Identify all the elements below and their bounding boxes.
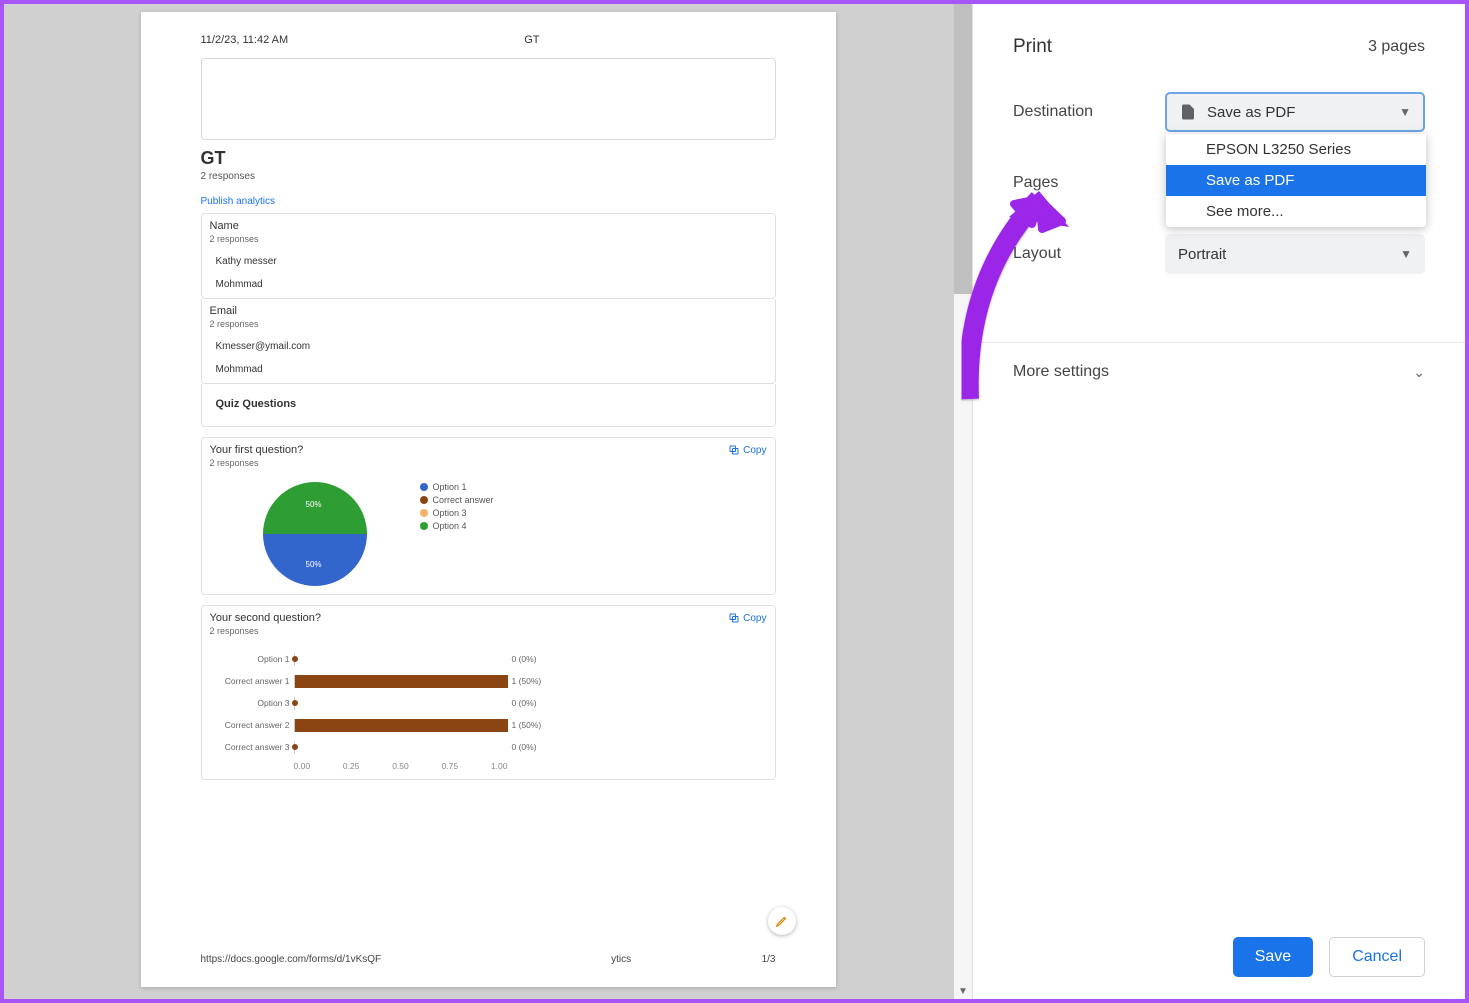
destination-dropdown: EPSON L3250 Series Save as PDF See more.… — [1166, 134, 1426, 227]
bar-category: Option 1 — [210, 654, 294, 664]
doc-timestamp: 11/2/23, 11:42 AM — [201, 34, 289, 46]
pie-slice-label: 50% — [306, 560, 322, 569]
print-preview-area: 11/2/23, 11:42 AM GT GT 2 responses Publ… — [4, 4, 972, 999]
axis-tick: 0.00 — [294, 761, 311, 771]
page-indicator: 1/3 — [762, 954, 776, 965]
more-settings-toggle[interactable]: More settings ⌄ — [973, 342, 1465, 401]
chevron-down-icon: ▼ — [1400, 247, 1412, 261]
destination-value: Save as PDF — [1207, 104, 1399, 121]
doc-header-title: GT — [524, 34, 539, 46]
bar-value: 0 (0%) — [512, 654, 537, 664]
bar-value: 0 (0%) — [512, 742, 537, 752]
print-settings-panel: Print 3 pages Destination Save as PDF ▼ … — [972, 4, 1465, 999]
layout-select[interactable]: Portrait ▼ — [1165, 234, 1425, 274]
quiz-questions-label: Quiz Questions — [210, 390, 767, 418]
cancel-button[interactable]: Cancel — [1329, 937, 1425, 977]
email-response: Kmesser@ymail.com — [216, 341, 767, 352]
bar-chart: Option 1 0 (0%) Correct answer 1 1 (50%) O… — [210, 648, 767, 771]
layout-label: Layout — [1013, 245, 1165, 263]
scroll-down-icon: ▼ — [958, 986, 968, 997]
response-count: 2 responses — [201, 171, 776, 182]
email-response: Mohmmad — [216, 364, 767, 375]
q1-sub: 2 responses — [210, 458, 767, 468]
name-label: Name — [210, 220, 767, 232]
email-label: Email — [210, 305, 767, 317]
bar-category: Correct answer 3 — [210, 742, 294, 752]
footer-url: https://docs.google.com/forms/d/1vKsQF — [201, 954, 382, 965]
print-title: Print — [1013, 36, 1052, 58]
pencil-icon — [775, 914, 789, 928]
q2-title: Your second question? — [210, 612, 322, 624]
copy-button[interactable]: Copy — [728, 612, 766, 624]
chevron-down-icon: ⌄ — [1413, 364, 1425, 381]
bar-value: 1 (50%) — [512, 720, 542, 730]
axis-tick: 0.25 — [343, 761, 360, 771]
copy-icon — [728, 444, 740, 456]
name-response: Mohmmad — [216, 279, 767, 290]
bar-value: 0 (0%) — [512, 698, 537, 708]
q2-sub: 2 responses — [210, 626, 767, 636]
document-icon — [1179, 103, 1197, 121]
preview-page: 11/2/23, 11:42 AM GT GT 2 responses Publ… — [141, 12, 836, 987]
destination-select[interactable]: Save as PDF ▼ EPSON L3250 Series Save as… — [1165, 92, 1425, 132]
name-sub: 2 responses — [210, 234, 767, 244]
bar-category: Option 3 — [210, 698, 294, 708]
preview-scrollbar[interactable]: ▲ ▼ — [954, 4, 972, 999]
legend-label: Option 3 — [433, 508, 467, 518]
scrollbar-thumb[interactable] — [954, 4, 972, 294]
publish-analytics-link[interactable]: Publish analytics — [201, 196, 776, 207]
legend-label: Option 4 — [433, 521, 467, 531]
legend-label: Option 1 — [433, 482, 467, 492]
pie-legend: Option 1 Correct answer Option 3 Option … — [420, 482, 494, 586]
pie-chart: 50% 50% — [210, 482, 420, 586]
chevron-down-icon: ▼ — [1399, 105, 1411, 119]
email-sub: 2 responses — [210, 319, 767, 329]
edit-fab-button[interactable] — [768, 907, 796, 935]
more-settings-label: More settings — [1013, 363, 1109, 381]
q1-title: Your first question? — [210, 444, 304, 456]
copy-button[interactable]: Copy — [728, 444, 766, 456]
bar-category: Correct answer 2 — [210, 720, 294, 730]
axis-tick: 0.75 — [442, 761, 459, 771]
destination-option-more[interactable]: See more... — [1166, 196, 1426, 227]
axis-tick: 1.00 — [491, 761, 508, 771]
pages-label: Pages — [1013, 174, 1183, 192]
name-response: Kathy messer — [216, 256, 767, 267]
footer-suffix: ytics — [611, 954, 631, 965]
copy-label: Copy — [743, 445, 766, 456]
header-image-placeholder — [201, 58, 776, 140]
axis-tick: 0.50 — [392, 761, 409, 771]
bar-value: 1 (50%) — [512, 676, 542, 686]
legend-label: Correct answer — [433, 495, 494, 505]
copy-label: Copy — [743, 613, 766, 624]
doc-title: GT — [201, 148, 776, 169]
copy-icon — [728, 612, 740, 624]
bar-category: Correct answer 1 — [210, 676, 294, 686]
layout-value: Portrait — [1178, 246, 1400, 263]
destination-label: Destination — [1013, 103, 1165, 121]
pie-slice-label: 50% — [306, 500, 322, 509]
destination-option-epson[interactable]: EPSON L3250 Series — [1166, 134, 1426, 165]
destination-option-pdf[interactable]: Save as PDF — [1166, 165, 1426, 196]
save-button[interactable]: Save — [1233, 937, 1313, 977]
page-count: 3 pages — [1368, 38, 1425, 56]
